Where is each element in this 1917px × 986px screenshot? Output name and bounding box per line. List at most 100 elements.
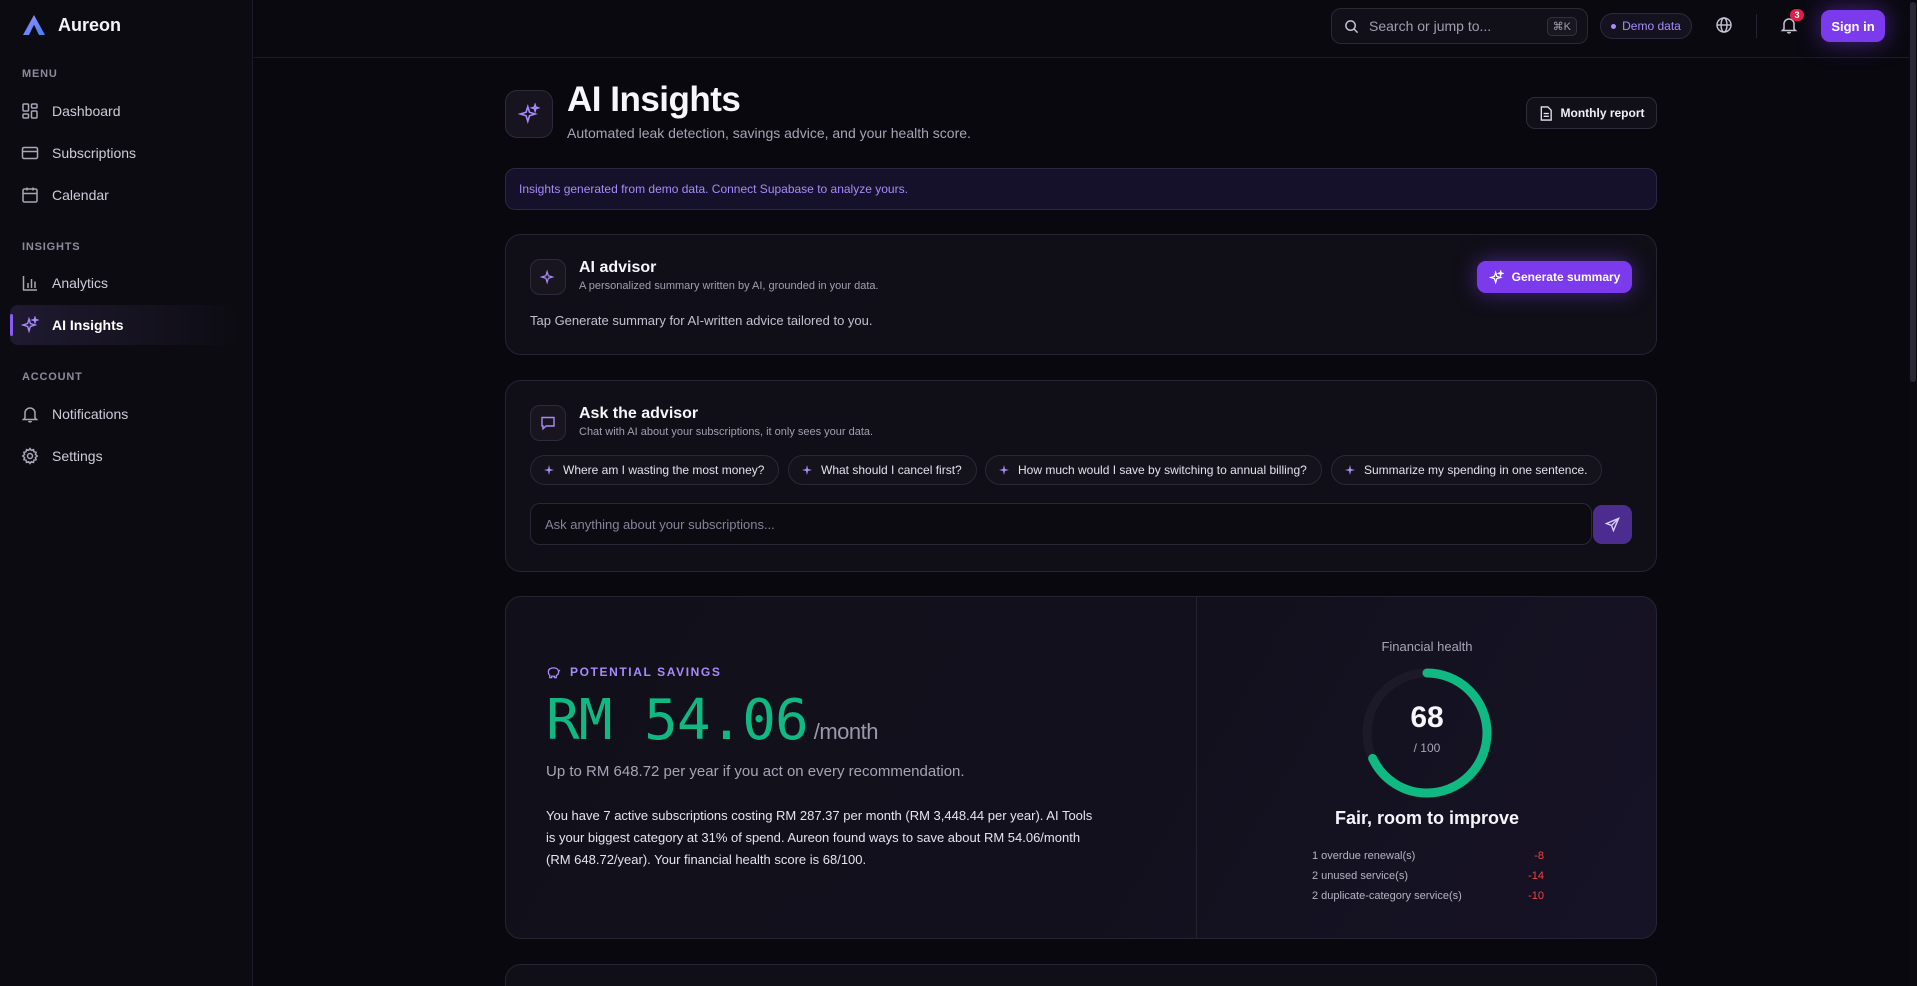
send-button[interactable] (1593, 505, 1632, 544)
sparkles-icon (540, 269, 555, 285)
potential-savings-text: POTENTIAL SAVINGS (570, 665, 722, 679)
penalty-label: 2 unused service(s) (1312, 870, 1408, 882)
document-icon (1540, 105, 1552, 121)
ask-title: Ask the advisor (579, 405, 699, 422)
generate-summary-button[interactable]: Generate summary (1477, 261, 1632, 293)
advisor-icon-box (530, 259, 566, 295)
suggestion-chip[interactable]: What should I cancel first? (788, 455, 977, 485)
penalty-row: 2 duplicate-category service(s) -10 (1312, 890, 1544, 902)
demo-data-banner: Insights generated from demo data. Conne… (505, 168, 1657, 210)
section-label-menu: MENU (22, 68, 58, 80)
suggestion-chip-label: What should I cancel first? (821, 463, 962, 477)
sidebar-item-label: Subscriptions (52, 145, 137, 161)
advisor-subtitle: A personalized summary written by AI, gr… (579, 280, 879, 292)
sidebar-item-notifications[interactable]: Notifications (10, 394, 238, 434)
penalty-value: -14 (1528, 870, 1544, 882)
sparkle-icon (999, 465, 1009, 475)
topbar-divider (1756, 14, 1757, 38)
savings-health-card: POTENTIAL SAVINGS RM 54.06 /month Up to … (505, 596, 1657, 939)
bar-chart-icon (22, 276, 37, 291)
send-icon (1605, 517, 1620, 532)
suggestion-chip[interactable]: How much would I save by switching to an… (985, 455, 1322, 485)
credit-card-icon (21, 146, 39, 160)
brand[interactable]: Aureon (22, 14, 121, 36)
ask-input[interactable] (530, 503, 1592, 545)
potential-savings-label: POTENTIAL SAVINGS (546, 665, 721, 679)
savings-amount: RM 54.06 /month (546, 688, 878, 753)
sparkle-icon (1345, 465, 1355, 475)
chat-icon-box (530, 405, 566, 441)
search-box[interactable]: Search or jump to... ⌘K (1331, 8, 1588, 44)
sidebar-item-analytics[interactable]: Analytics (10, 263, 238, 303)
sign-in-button[interactable]: Sign in (1821, 10, 1885, 42)
scrollbar-thumb[interactable] (1910, 2, 1916, 382)
penalty-row: 2 unused service(s) -14 (1312, 870, 1544, 882)
notification-count-badge: 3 (1790, 9, 1804, 21)
advisor-title: AI advisor (579, 259, 657, 276)
sidebar-item-label: Calendar (52, 187, 109, 203)
page-icon (505, 90, 553, 138)
dashboard-icon (22, 103, 38, 119)
sparkles-icon (21, 316, 39, 334)
sidebar-item-label: Dashboard (52, 103, 121, 119)
aureon-logo-icon (23, 15, 45, 35)
sidebar: Aureon MENU Dashboard Subscriptions Cale… (0, 0, 253, 986)
sparkle-icon (544, 465, 554, 475)
sidebar-item-calendar[interactable]: Calendar (10, 175, 238, 215)
next-card (505, 964, 1657, 986)
suggestion-chip[interactable]: Where am I wasting the most money? (530, 455, 780, 485)
health-score-max: / 100 (1413, 741, 1441, 755)
search-shortcut: ⌘K (1546, 17, 1577, 36)
sidebar-item-subscriptions[interactable]: Subscriptions (10, 133, 238, 173)
generate-summary-label: Generate summary (1511, 270, 1621, 284)
search-placeholder: Search or jump to... (1369, 18, 1492, 34)
health-status: Fair, room to improve (1334, 808, 1520, 828)
globe-icon[interactable] (1715, 16, 1733, 34)
sidebar-item-label: AI Insights (52, 317, 124, 333)
penalty-label: 1 overdue renewal(s) (1312, 850, 1416, 862)
sidebar-item-label: Notifications (52, 406, 129, 422)
section-label-account: ACCOUNT (22, 371, 83, 383)
page-title: AI Insights (567, 80, 741, 119)
gear-icon (21, 447, 39, 465)
sidebar-item-dashboard[interactable]: Dashboard (10, 91, 238, 131)
penalty-row: 1 overdue renewal(s) -8 (1312, 850, 1544, 862)
calendar-icon (22, 187, 38, 203)
penalty-label: 2 duplicate-category service(s) (1312, 890, 1462, 902)
sidebar-item-ai-insights[interactable]: AI Insights (10, 305, 238, 345)
sidebar-item-label: Analytics (52, 275, 109, 291)
savings-summary: You have 7 active subscriptions costing … (546, 808, 1093, 867)
health-score: 68 (1410, 701, 1444, 734)
sidebar-item-label: Settings (52, 448, 103, 464)
suggestion-chip[interactable]: Summarize my spending in one sentence. (1331, 455, 1603, 485)
suggestion-chip-label: Summarize my spending in one sentence. (1364, 463, 1588, 477)
suggestion-chip-label: Where am I wasting the most money? (563, 463, 765, 477)
ai-advisor-card: AI advisor A personalized summary writte… (505, 234, 1657, 355)
ask-advisor-card: Ask the advisor Chat with AI about your … (505, 380, 1657, 572)
page-subtitle: Automated leak detection, savings advice… (567, 125, 971, 141)
penalty-value: -8 (1534, 850, 1544, 862)
brand-name: Aureon (58, 14, 121, 35)
ask-subtitle: Chat with AI about your subscriptions, i… (579, 426, 874, 438)
demo-data-badge: Demo data (1600, 13, 1692, 39)
piggy-bank-icon (547, 666, 561, 678)
sparkles-icon (1488, 269, 1504, 285)
search-icon (1345, 19, 1359, 33)
chat-bubble-icon (541, 416, 555, 431)
status-dot-icon (1611, 23, 1617, 29)
sparkle-icon (802, 465, 812, 475)
sparkles-icon (518, 103, 540, 125)
scrollbar[interactable] (1909, 0, 1917, 986)
section-label-insights: INSIGHTS (22, 241, 81, 253)
advisor-hint: Tap Generate summary for AI-written advi… (530, 313, 873, 328)
bell-icon (21, 407, 39, 423)
sidebar-item-settings[interactable]: Settings (10, 436, 238, 476)
savings-amount-value: RM 54.06 (546, 688, 809, 753)
savings-amount-period: /month (813, 719, 879, 744)
penalty-value: -10 (1528, 890, 1544, 902)
monthly-report-label: Monthly report (1560, 106, 1645, 120)
financial-health-label: Financial health (1381, 639, 1473, 654)
savings-yearly: Up to RM 648.72 per year if you act on e… (546, 763, 965, 780)
demo-data-label: Demo data (1622, 19, 1681, 33)
monthly-report-button[interactable]: Monthly report (1526, 97, 1657, 129)
